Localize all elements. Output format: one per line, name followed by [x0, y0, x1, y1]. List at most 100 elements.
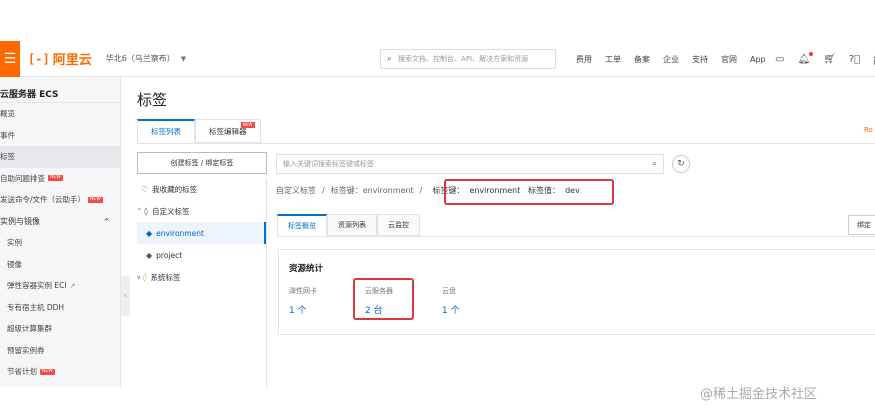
tag-icon: ◆	[146, 250, 153, 260]
new-badge: NEW	[88, 196, 103, 203]
sidebar-item-self-troubleshoot[interactable]: 自助问题排查 NEW	[0, 168, 120, 190]
chevron-up-icon: ^	[137, 207, 143, 215]
bind-button[interactable]: 绑定	[848, 215, 875, 235]
sidebar-item-label: 预留实例券	[7, 345, 45, 355]
nav-link-enterprise[interactable]: 企业	[663, 54, 679, 65]
sidebar-group-instances-images[interactable]: 实例与镜像 ^	[0, 211, 120, 233]
sidebar-item-label: 弹性容器实例 ECI	[7, 281, 67, 291]
breadcrumb-sep: /	[419, 186, 423, 195]
sidebar-item-savings-plan[interactable]: 节省计划 NEW	[0, 361, 120, 383]
refresh-button[interactable]: ↻	[672, 155, 690, 173]
stat-eni: 弹性网卡 1 个	[289, 286, 317, 316]
tree-item-system-tags[interactable]: v ◊ 系统标签	[137, 266, 266, 288]
new-badge: NEW	[40, 368, 55, 375]
tag-outline-icon: ◊	[144, 206, 148, 216]
tag-outline-icon: ◊	[142, 272, 147, 282]
truncated-link[interactable]: Ro	[864, 126, 873, 134]
stat-value[interactable]: 1 个	[442, 303, 460, 316]
refresh-icon: ↻	[677, 159, 685, 169]
sidebar-item-cloud-assistant[interactable]: 发送命令/文件（云助手） NEW	[0, 189, 120, 211]
tab-resource-list[interactable]: 资源列表	[327, 214, 377, 236]
nav-link-app[interactable]: App	[750, 55, 766, 64]
sidebar-item-ddh[interactable]: 专有宿主机 DDH	[0, 297, 120, 319]
tree-item-custom-tags[interactable]: ^ ◊ 自定义标签	[137, 200, 266, 222]
hamburger-icon: ☰	[3, 50, 17, 67]
sidebar-item-label: 事件	[0, 130, 15, 140]
tab-tag-overview[interactable]: 标签概览	[277, 214, 327, 236]
nav-link-support[interactable]: 支持	[692, 54, 708, 65]
region-selector[interactable]: 华北6（乌兰察布） ▼	[106, 53, 186, 64]
bell-icon[interactable]: 🔔︎	[797, 51, 813, 65]
sidebar-item-label: 自助问题排查	[0, 173, 45, 183]
sidebar-item-label: 实例	[7, 238, 22, 248]
global-search-placeholder: 搜索文档、控制台、API、解决方案和资源	[398, 55, 529, 63]
stat-value[interactable]: 1 个	[289, 303, 317, 316]
aliyun-logo[interactable]: [-] 阿里云	[28, 49, 92, 69]
stat-highlight-box	[353, 278, 414, 320]
sidebar-collapse-handle[interactable]: ‹	[121, 276, 130, 316]
nav-link-icp[interactable]: 备案	[634, 54, 650, 65]
sidebar-item-events[interactable]: 事件	[0, 125, 120, 147]
breadcrumb-key[interactable]: 标签键：environment	[331, 185, 414, 196]
search-icon[interactable]: ⌕	[652, 159, 657, 169]
tab-label: 资源列表	[338, 221, 366, 229]
chevron-up-icon: ^	[103, 216, 110, 226]
top-nav-icons: ▭ 🔔︎ 🛒︎ ?⃝ 简	[775, 41, 875, 77]
breadcrumb-sep: /	[322, 186, 325, 195]
sidebar-item-eci[interactable]: 弹性容器实例 ECI ↗	[0, 275, 120, 297]
sidebar-item-tags[interactable]: 标签	[0, 146, 120, 168]
tab-label: 云监控	[388, 221, 409, 229]
tree-item-label: project	[156, 250, 183, 260]
screen-icon[interactable]: ▭	[775, 54, 784, 65]
tree-item-favorites[interactable]: ♡ 我收藏的标签	[137, 178, 266, 200]
sidebar-item-instances[interactable]: 实例	[0, 232, 120, 254]
breadcrumb-highlight-box	[444, 179, 614, 205]
help-icon[interactable]: ?⃝	[849, 54, 860, 65]
chevron-down-icon: v	[137, 273, 141, 281]
logo-mark: [-]	[28, 51, 50, 66]
breadcrumb-root[interactable]: 自定义标签	[276, 185, 316, 196]
tab-tag-list[interactable]: 标签列表	[137, 119, 195, 143]
tab-divider	[137, 143, 875, 144]
create-bind-tag-button[interactable]: 创建标签 / 绑定标签	[137, 152, 267, 174]
stat-disk: 云盘 1 个	[442, 286, 460, 316]
new-badge: NEW	[241, 122, 255, 128]
sidebar-item-images[interactable]: 镜像	[0, 254, 120, 276]
heart-icon: ♡	[141, 184, 149, 194]
tree-item-label: 我收藏的标签	[152, 184, 198, 194]
tag-icon: ◆	[146, 228, 153, 238]
sidebar-item-scc[interactable]: 超级计算集群	[0, 318, 120, 340]
sidebar-item-overview[interactable]: 概览	[0, 103, 120, 125]
search-icon: ⌕	[387, 54, 393, 64]
tab-cloud-monitor[interactable]: 云监控	[377, 214, 420, 236]
nav-link-website[interactable]: 官网	[721, 54, 737, 65]
sidebar-title: 云服务器 ECS	[0, 77, 120, 103]
main-tabs: 标签列表 标签编辑器 NEW	[137, 119, 261, 143]
tree-item-environment[interactable]: ◆ environment	[137, 222, 266, 244]
sub-tab-divider	[277, 236, 875, 237]
watermark: @稀土掘金技术社区	[700, 387, 818, 402]
global-search-input[interactable]: ⌕ 搜索文档、控制台、API、解决方案和资源	[380, 49, 556, 69]
external-link-icon: ↗	[69, 281, 76, 290]
tab-label: 标签列表	[151, 127, 181, 136]
sub-tabs: 标签概览 资源列表 云监控	[277, 214, 420, 236]
tree-item-label: environment	[156, 228, 204, 238]
tab-tag-editor[interactable]: 标签编辑器 NEW	[195, 119, 261, 143]
sidebar-item-label: 超级计算集群	[7, 324, 52, 334]
tree-item-project[interactable]: ◆ project	[137, 244, 266, 266]
chevron-down-icon: ▼	[180, 54, 187, 63]
cart-icon[interactable]: 🛒︎	[823, 54, 836, 65]
logo-text: 阿里云	[52, 53, 92, 68]
nav-link-tickets[interactable]: 工单	[605, 54, 621, 65]
tab-label: 标签概览	[288, 221, 316, 230]
tag-search-placeholder: 输入关键词搜索标签键或标签	[283, 160, 374, 168]
tag-tree: ♡ 我收藏的标签 ^ ◊ 自定义标签 ◆ environment ◆ proje…	[137, 178, 267, 388]
tree-item-label: 系统标签	[150, 272, 181, 282]
new-badge: NEW	[48, 175, 63, 182]
stats-title: 资源统计	[289, 264, 324, 274]
tag-search-input[interactable]: 输入关键词搜索标签键或标签 ⌕	[276, 154, 664, 174]
region-label: 华北6（乌兰察布）	[105, 54, 175, 63]
nav-link-fees[interactable]: 费用	[576, 54, 592, 65]
sidebar-item-reserved-instances[interactable]: 预留实例券	[0, 340, 120, 362]
hamburger-menu-button[interactable]: ☰	[0, 40, 20, 77]
